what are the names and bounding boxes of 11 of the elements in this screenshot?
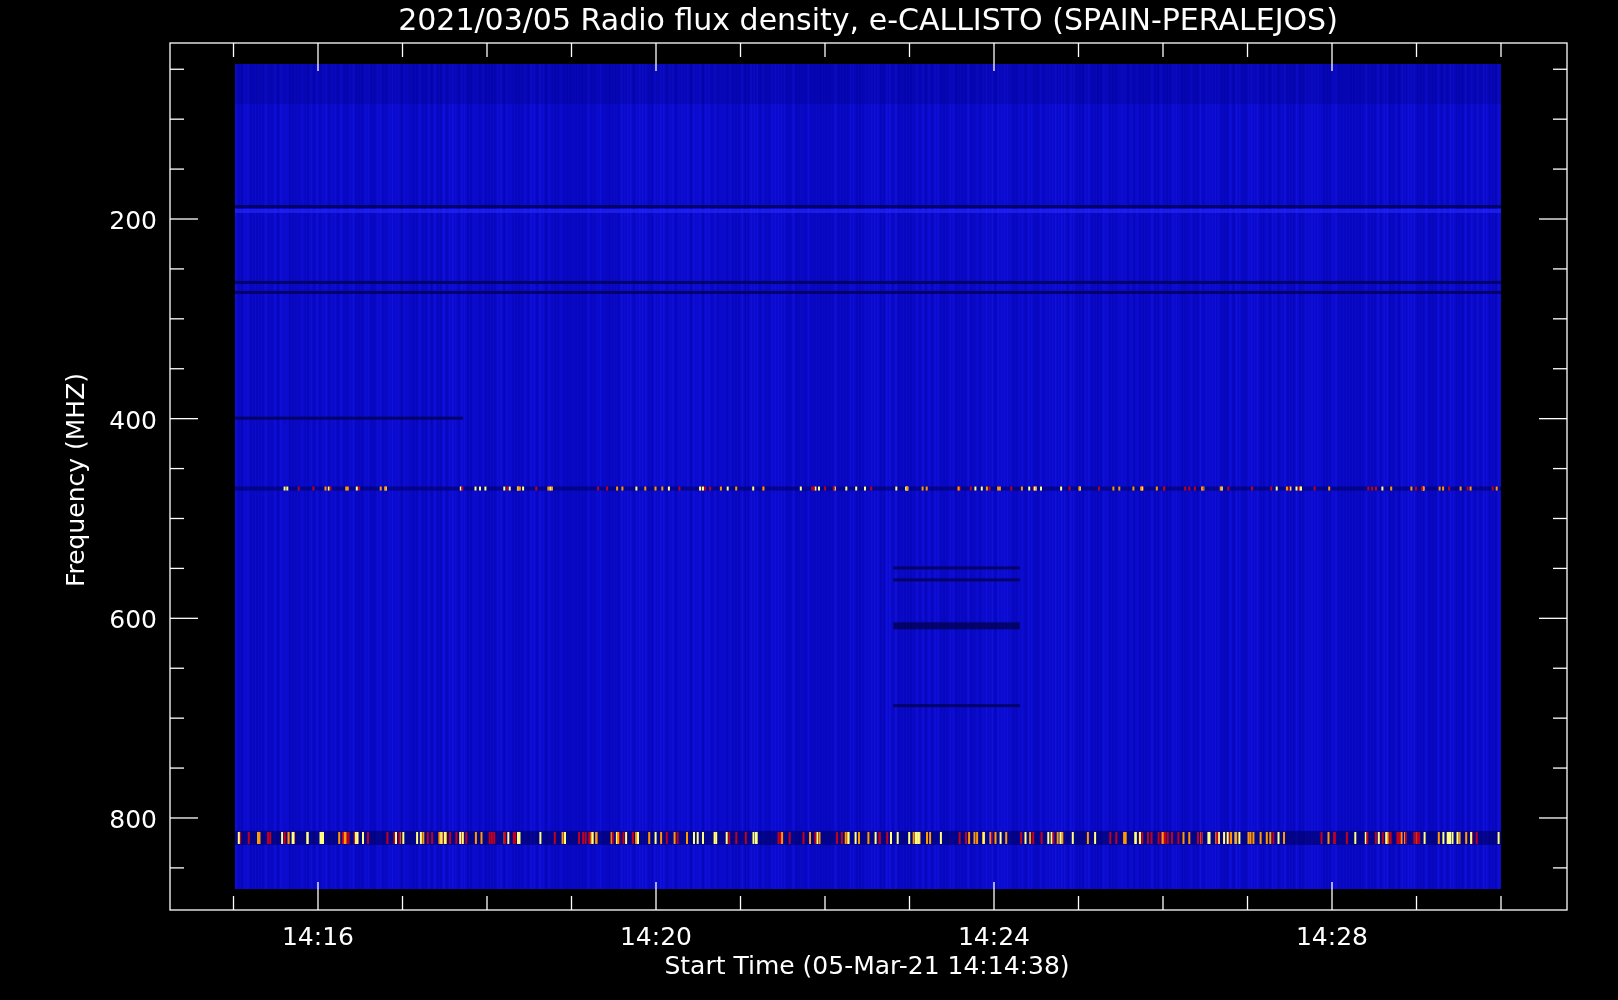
y-tick-label: 800 bbox=[109, 805, 157, 834]
x-tick-label: 14:20 bbox=[620, 922, 692, 951]
y-tick-label: 400 bbox=[109, 405, 157, 435]
y-tick-label: 600 bbox=[109, 605, 157, 635]
x-tick-label: 14:24 bbox=[958, 922, 1030, 951]
x-axis-label: Start Time (05-Mar-21 14:14:38) bbox=[664, 951, 1070, 980]
y-tick-label: 200 bbox=[109, 206, 157, 235]
x-tick-label: 14:16 bbox=[282, 922, 354, 951]
x-tick-label: 14:28 bbox=[1296, 922, 1368, 951]
y-axis-label: Frequency (MHZ) bbox=[61, 372, 90, 588]
chart-title: 2021/03/05 Radio flux density, e-CALLISTO (SPAIN-PERALEJOS) bbox=[398, 2, 1338, 37]
